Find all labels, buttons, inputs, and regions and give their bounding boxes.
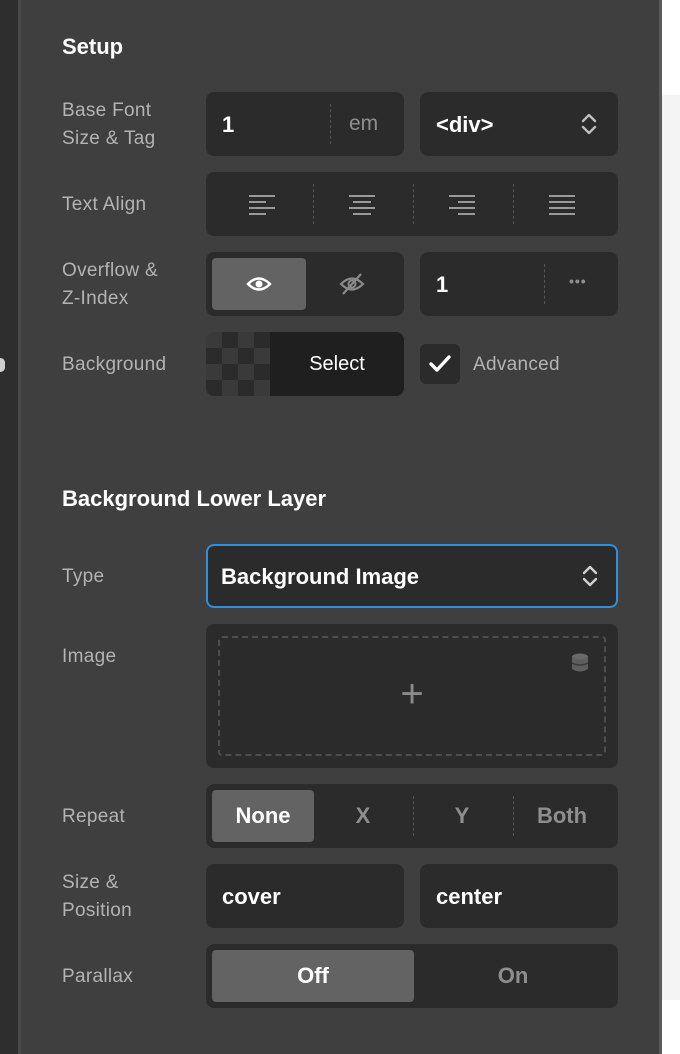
input-divider — [544, 264, 545, 304]
overflow-label-line1: Overflow & — [62, 260, 158, 281]
repeat-segmented-control: None X Y Both — [206, 784, 618, 848]
resize-handle[interactable] — [0, 722, 3, 738]
canvas-preview-strip — [662, 95, 680, 1000]
checkmark-icon — [429, 355, 451, 372]
size-position-label-line2: Position — [62, 900, 132, 921]
eye-icon — [246, 277, 272, 291]
overflow-hidden-button[interactable] — [306, 258, 398, 310]
background-color-swatch[interactable] — [206, 332, 270, 396]
add-image-icon: + — [400, 672, 424, 716]
parallax-on-button[interactable]: On — [414, 963, 612, 989]
align-center-icon[interactable] — [349, 193, 375, 215]
collapse-handle[interactable] — [0, 358, 5, 372]
segment-divider — [513, 184, 514, 224]
advanced-label: Advanced — [473, 354, 560, 375]
lower-layer-title: Background Lower Layer — [62, 486, 327, 511]
repeat-label: Repeat — [62, 806, 126, 827]
image-label: Image — [62, 646, 117, 667]
background-position-value: center — [436, 884, 503, 909]
background-size-input[interactable]: cover — [206, 864, 404, 928]
parallax-label: Parallax — [62, 966, 134, 987]
parallax-off-button[interactable]: Off — [212, 950, 414, 1002]
base-font-size-input[interactable]: 1 em — [206, 92, 404, 156]
overflow-toggle — [206, 252, 404, 316]
segment-divider — [413, 184, 414, 224]
z-index-input[interactable]: 1 ••• — [420, 252, 618, 316]
repeat-x-button[interactable]: X — [316, 803, 410, 829]
advanced-checkbox[interactable] — [420, 344, 460, 384]
left-sidebar-rail — [0, 0, 20, 1054]
setup-title: Setup — [62, 34, 124, 59]
repeat-y-button[interactable]: Y — [414, 803, 510, 829]
chevron-updown-icon — [582, 565, 598, 587]
overflow-label-line2: Z-Index — [62, 288, 129, 309]
parallax-off-label: Off — [297, 963, 329, 988]
background-label: Background — [62, 354, 167, 375]
align-left-icon[interactable] — [249, 193, 275, 215]
size-position-label-line1: Size & — [62, 872, 119, 893]
base-font-label-line2: Size & Tag — [62, 128, 156, 149]
eye-off-icon — [339, 273, 365, 295]
html-tag-value: <div> — [436, 112, 494, 137]
more-options-icon[interactable]: ••• — [569, 273, 587, 289]
text-align-group — [206, 172, 618, 236]
background-position-input[interactable]: center — [420, 864, 618, 928]
repeat-both-button[interactable]: Both — [514, 803, 610, 829]
base-font-size-value: 1 — [222, 112, 235, 137]
background-type-value: Background Image — [221, 564, 420, 589]
align-justify-icon[interactable] — [549, 193, 575, 215]
repeat-none-label: None — [235, 803, 291, 828]
background-select-button[interactable]: Select — [270, 332, 404, 396]
base-font-label: Base Font Size & Tag — [62, 97, 155, 153]
parallax-toggle: Off On — [206, 944, 618, 1008]
segment-divider — [313, 184, 314, 224]
html-tag-select[interactable]: <div> — [420, 92, 618, 156]
overflow-label: Overflow & Z-Index — [62, 257, 158, 313]
image-upload-box: + — [206, 624, 618, 768]
align-right-icon[interactable] — [449, 193, 475, 215]
chevron-updown-icon — [581, 113, 597, 135]
database-icon[interactable] — [570, 652, 590, 674]
text-align-label: Text Align — [62, 194, 147, 215]
background-type-select[interactable]: Background Image — [206, 544, 618, 608]
base-font-label-line1: Base Font — [62, 100, 152, 121]
input-divider — [330, 104, 331, 144]
font-unit-label[interactable]: em — [349, 112, 378, 136]
z-index-value: 1 — [436, 272, 449, 297]
type-label: Type — [62, 566, 105, 587]
image-dropzone[interactable]: + — [218, 636, 606, 756]
size-position-label: Size & Position — [62, 869, 132, 925]
overflow-visible-button[interactable] — [212, 258, 306, 310]
background-size-value: cover — [222, 884, 281, 909]
repeat-none-button[interactable]: None — [212, 790, 314, 842]
